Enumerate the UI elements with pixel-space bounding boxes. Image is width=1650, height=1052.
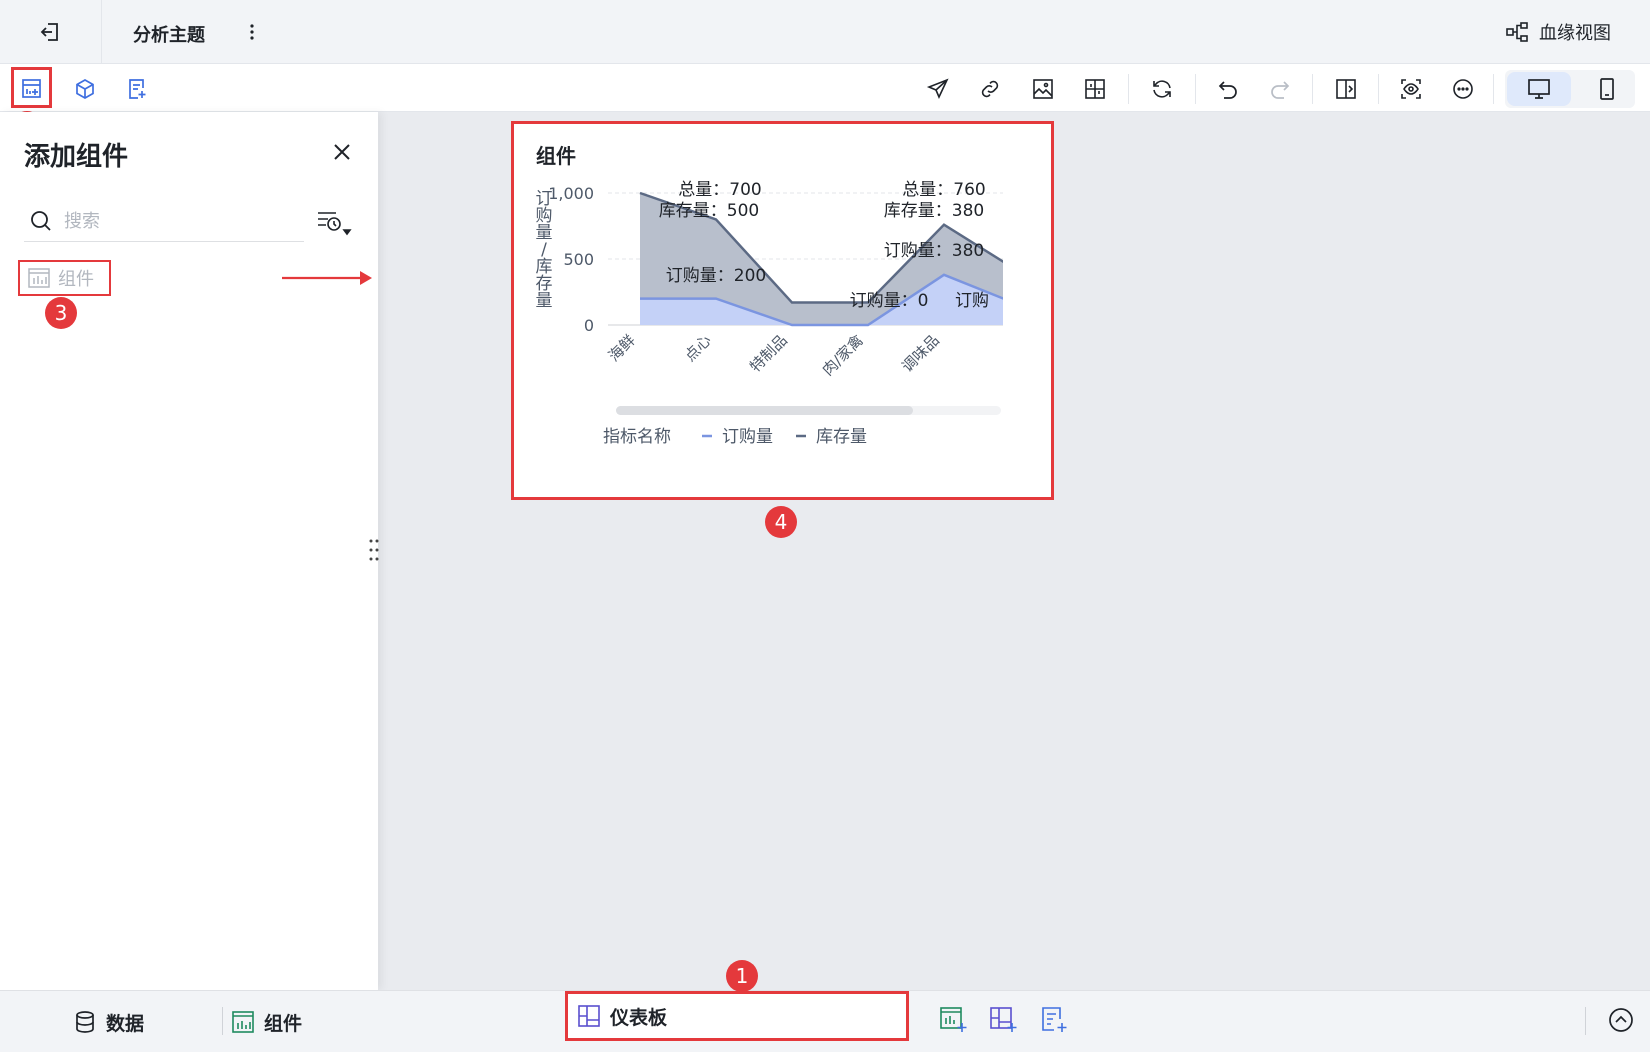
data-tab-label: 数据 (106, 1012, 145, 1035)
drag-arrow (280, 266, 374, 290)
x-tick-label: 特制品 (746, 331, 791, 376)
toolbar-divider (1312, 74, 1313, 104)
panel-title: 添加组件 (24, 142, 129, 172)
toolbar-divider (1195, 74, 1196, 104)
collapse-up-icon[interactable] (1606, 1005, 1636, 1035)
exit-icon[interactable] (38, 20, 62, 44)
add-chart-icon[interactable] (938, 1005, 968, 1035)
add-report-icon[interactable] (124, 76, 150, 102)
step-badge-1: 1 (726, 960, 758, 992)
data-label: 库存量：380 (884, 201, 984, 221)
bottom-bar: 数据 组件 仪表板 (0, 990, 1650, 1052)
component-list-item[interactable]: 组件 (18, 260, 111, 296)
component-tab[interactable]: 组件 (232, 1007, 302, 1037)
data-label: 订购 (955, 291, 989, 311)
y-tick-label: 0 (584, 316, 594, 335)
bottom-divider (222, 1007, 223, 1035)
device-toggle (1505, 70, 1635, 108)
data-label: 总量：700 (678, 180, 761, 200)
data-label: 订购量：200 (666, 266, 766, 286)
dashboard-icon (578, 1005, 600, 1027)
refresh-icon[interactable] (1149, 76, 1175, 102)
scrollbar-thumb[interactable] (616, 406, 913, 415)
preview-split-icon[interactable] (1333, 76, 1359, 102)
search-box (24, 200, 304, 242)
data-label: 订购量：380 (884, 241, 984, 261)
redo-icon[interactable] (1267, 76, 1293, 102)
data-label: 库存量：500 (659, 201, 759, 221)
add-model-icon[interactable] (72, 76, 98, 102)
mobile-icon (1600, 78, 1614, 100)
x-tick-label: 海鲜 (605, 331, 639, 365)
lineage-icon (1506, 22, 1528, 42)
chart-component-icon (28, 268, 50, 288)
chart-component-icon (232, 1011, 254, 1033)
data-label: 订购量：0 (850, 291, 929, 311)
x-tick-label: 调味品 (898, 331, 943, 376)
dashboard-tab-label: 仪表板 (610, 1006, 668, 1029)
layout-icon[interactable] (1082, 76, 1108, 102)
x-axis: 海鲜 点心 特制品 肉/家禽 调味品 (605, 331, 943, 379)
y-tick-label: 1,000 (548, 184, 594, 203)
toolbar-divider (1493, 74, 1494, 104)
component-item-label: 组件 (58, 269, 94, 290)
search-input[interactable] (64, 206, 294, 236)
send-icon[interactable] (925, 76, 951, 102)
component-tab-label: 组件 (264, 1012, 303, 1035)
undo-icon[interactable] (1215, 76, 1241, 102)
add-dashboard-icon[interactable] (988, 1005, 1018, 1035)
bottom-divider (1585, 1007, 1586, 1035)
close-icon[interactable] (330, 140, 354, 164)
more-vertical-icon[interactable] (244, 20, 260, 44)
legend-item[interactable]: 订购量 (722, 427, 773, 447)
sort-filter-icon[interactable] (316, 208, 352, 238)
area-chart: 1,0005000订购量/库存量 海鲜 点心 特制品 肉/家禽 调味品 总量：700库存… (536, 180, 1003, 447)
desktop-view-button[interactable] (1507, 72, 1571, 106)
toolbar (0, 64, 1650, 112)
mobile-view-button[interactable] (1585, 72, 1629, 106)
legend-title: 指标名称 (603, 427, 671, 447)
y-axis: 1,000 500 0 订购量/库存量 (536, 184, 595, 335)
add-report-icon[interactable] (1038, 1005, 1068, 1035)
chart-widget[interactable]: 组件 1,000 500 0 订购量/库存量 海鲜 点心 特制品 肉/家禽 调味品 总量：70… (511, 121, 1054, 500)
lineage-label: 血缘视图 (1539, 23, 1611, 44)
app-header: 分析主题 血缘视图 (0, 0, 1650, 64)
add-component-panel: 添加组件 组件 (0, 112, 378, 990)
legend-item[interactable]: 库存量 (816, 427, 867, 447)
panel-resize-handle[interactable] (368, 537, 380, 563)
lineage-view-button[interactable]: 血缘视图 (1505, 18, 1611, 46)
header-divider (101, 0, 102, 64)
highlight-add-component (11, 67, 52, 108)
preview-eye-icon[interactable] (1398, 76, 1424, 102)
x-tick-label: 点心 (681, 331, 715, 365)
more-horizontal-icon[interactable] (1450, 76, 1476, 102)
chart-legend: 指标名称 订购量 库存量 (603, 427, 867, 447)
toolbar-divider (1128, 74, 1129, 104)
data-tab[interactable]: 数据 (74, 1007, 144, 1037)
link-icon[interactable] (977, 76, 1003, 102)
search-icon (30, 210, 52, 232)
page-title: 分析主题 (133, 25, 205, 46)
step-badge-3: 3 (45, 297, 77, 329)
image-export-icon[interactable] (1030, 76, 1056, 102)
y-axis-label: 订购量/库存量 (536, 189, 553, 311)
x-tick-label: 肉/家禽 (819, 331, 867, 379)
y-tick-label: 500 (563, 250, 594, 269)
database-icon (76, 1011, 94, 1033)
data-label: 总量：760 (902, 180, 985, 200)
desktop-icon (1528, 79, 1550, 99)
step-badge-4: 4 (765, 506, 797, 538)
toolbar-divider (1378, 74, 1379, 104)
dashboard-tab[interactable]: 仪表板 (565, 991, 909, 1041)
